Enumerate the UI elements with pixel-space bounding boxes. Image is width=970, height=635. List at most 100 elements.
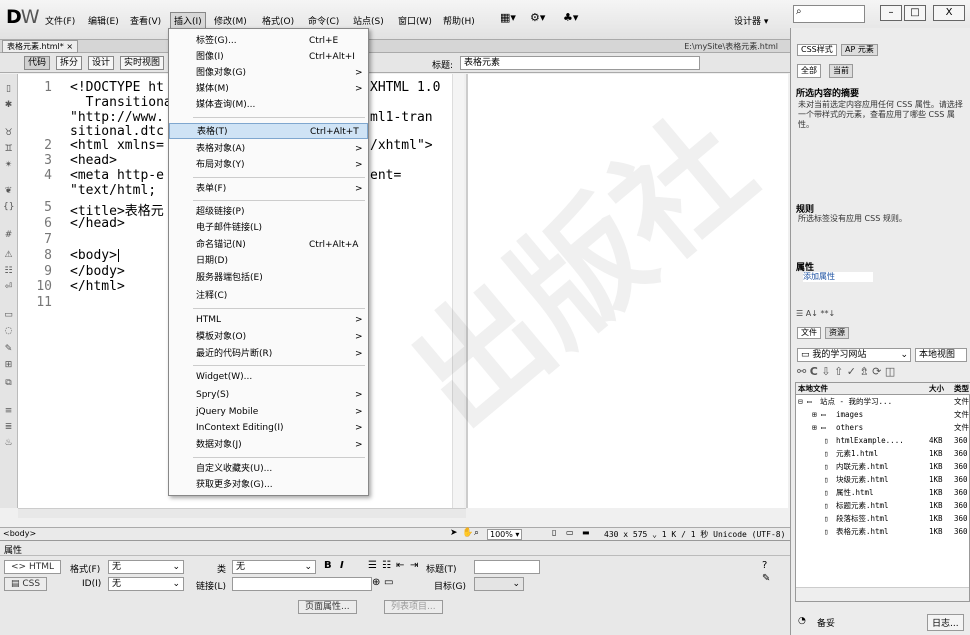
quick-tag-editor-icon[interactable]: ✎ bbox=[762, 573, 770, 584]
select-parent-tag-icon[interactable]: ❦ bbox=[3, 186, 14, 197]
indent-icon[interactable]: ≡ bbox=[3, 406, 14, 417]
checkin-icon[interactable]: ⇯ bbox=[859, 365, 868, 378]
list-item[interactable]: ▯ 元素1.html 1KB 360 bbox=[796, 448, 970, 460]
class-select[interactable]: 无 ⌄ bbox=[232, 560, 316, 574]
target-select[interactable]: ⌄ bbox=[474, 577, 524, 591]
split-view-button[interactable]: 拆分 bbox=[56, 56, 83, 70]
menu-site[interactable]: 站点(S) bbox=[353, 14, 384, 27]
maximize-button[interactable]: □ bbox=[904, 5, 926, 21]
menu-commands[interactable]: 命令(C) bbox=[308, 14, 339, 27]
ordered-list-icon[interactable]: ☷ bbox=[382, 560, 391, 571]
list-item[interactable]: ⊞ ▭ images 文件 bbox=[796, 409, 970, 421]
outdent-text-icon[interactable]: ⇤ bbox=[396, 560, 404, 571]
menu-edit[interactable]: 编辑(E) bbox=[88, 14, 119, 27]
menu-item-named-anchor[interactable]: 命名锚记(N) Ctrl+Alt+A bbox=[169, 237, 368, 253]
unordered-list-icon[interactable]: ☰ bbox=[368, 560, 377, 571]
checkout-icon[interactable]: ✓ bbox=[847, 365, 856, 378]
indent-text-icon[interactable]: ⇥ bbox=[410, 560, 418, 571]
category-view-icon[interactable]: ☰ bbox=[796, 309, 803, 318]
col-local-files[interactable]: 本地文件 bbox=[798, 383, 828, 395]
menu-item-image[interactable]: 图像(I) Ctrl+Alt+I bbox=[169, 49, 368, 65]
expand-all-icon[interactable]: ✴ bbox=[3, 160, 14, 171]
alpha-view-icon[interactable]: A↓ bbox=[806, 309, 818, 318]
tab-files[interactable]: 文件 bbox=[797, 327, 821, 339]
move-css-icon[interactable]: ⧉ bbox=[3, 378, 14, 389]
menu-item-incontext-editing[interactable]: InContext Editing(I) > bbox=[169, 420, 368, 436]
menu-item-get-more-objects[interactable]: 获取更多对象(G)... bbox=[169, 477, 368, 493]
design-view-button[interactable]: 设计 bbox=[88, 56, 115, 70]
tab-css-styles[interactable]: CSS样式 bbox=[797, 44, 837, 56]
site-select[interactable]: ▭ 我的学习网站 ⌄ bbox=[797, 348, 911, 362]
menu-item-server-side-include[interactable]: 服务器端包括(E) bbox=[169, 270, 368, 286]
zoom-tool-icon[interactable]: ⌕ bbox=[474, 528, 479, 538]
file-list-scrollbar[interactable] bbox=[796, 587, 969, 601]
menu-insert[interactable]: 插入(I) bbox=[170, 12, 206, 29]
menu-item-tag[interactable]: 标签(G)... Ctrl+E bbox=[169, 33, 368, 49]
menu-view[interactable]: 查看(V) bbox=[130, 14, 161, 27]
format-source-icon[interactable]: ♨ bbox=[3, 438, 14, 449]
menu-item-data-objects[interactable]: 数据对象(J) > bbox=[169, 437, 368, 453]
menu-item-template-objects[interactable]: 模板对象(O) > bbox=[169, 329, 368, 345]
list-item-button[interactable]: 列表项目... bbox=[384, 600, 443, 614]
workspace-switcher[interactable]: 设计器 ▾ bbox=[734, 14, 768, 27]
menu-item-media-queries[interactable]: 媒体查询(M)... bbox=[169, 97, 368, 113]
balance-braces-icon[interactable]: {} bbox=[3, 202, 14, 213]
menu-item-table-objects[interactable]: 表格对象(A) > bbox=[169, 141, 368, 157]
hand-tool-icon[interactable]: ✋ bbox=[462, 528, 473, 538]
list-item[interactable]: ▯ 段落标签.html 1KB 360 bbox=[796, 513, 970, 525]
col-type[interactable]: 类型 bbox=[954, 383, 969, 395]
code-view-button[interactable]: 代码 bbox=[24, 56, 51, 70]
tab-close-icon[interactable]: × bbox=[66, 42, 73, 51]
current-button[interactable]: 当前 bbox=[829, 64, 853, 78]
word-wrap-icon[interactable]: ⏎ bbox=[3, 282, 14, 293]
syntax-error-icon[interactable]: ☷ bbox=[3, 266, 14, 277]
help-icon[interactable]: ? bbox=[762, 560, 767, 571]
live-view-button[interactable]: 实时视图 bbox=[120, 56, 165, 70]
all-button[interactable]: 全部 bbox=[797, 64, 821, 78]
html-mode-button[interactable]: <> HTML bbox=[4, 560, 62, 574]
menu-item-layout-objects[interactable]: 布局对象(Y) > bbox=[169, 157, 368, 173]
desktop-size-icon[interactable]: ▬ bbox=[582, 528, 590, 537]
menu-file[interactable]: 文件(F) bbox=[45, 14, 75, 27]
menu-item-widget[interactable]: Widget(W)... bbox=[169, 369, 368, 385]
layout-icon[interactable]: ▦▾ bbox=[500, 11, 516, 24]
menu-modify[interactable]: 修改(M) bbox=[214, 14, 247, 27]
minimize-button[interactable]: – bbox=[880, 5, 902, 21]
tab-assets[interactable]: 资源 bbox=[825, 327, 849, 339]
document-tab[interactable]: 表格元素.html* × bbox=[2, 40, 79, 53]
menu-item-email-link[interactable]: 电子邮件链接(L) bbox=[169, 220, 368, 236]
set-properties-icon[interactable]: **↓ bbox=[820, 309, 835, 318]
col-size[interactable]: 大小 bbox=[929, 383, 944, 395]
menu-item-image-objects[interactable]: 图像对象(G) > bbox=[169, 65, 368, 81]
get-files-icon[interactable]: ⇩ bbox=[821, 365, 830, 378]
menu-item-hyperlink[interactable]: 超级链接(P) bbox=[169, 204, 368, 220]
wrap-tag-icon[interactable]: ✎ bbox=[3, 344, 14, 355]
menu-item-date[interactable]: 日期(D) bbox=[169, 253, 368, 269]
format-select[interactable]: 无 ⌄ bbox=[108, 560, 184, 574]
menu-window[interactable]: 窗口(W) bbox=[398, 14, 432, 27]
log-button[interactable]: 日志... bbox=[927, 614, 964, 631]
refresh-icon[interactable]: C bbox=[810, 365, 818, 378]
highlight-invalid-icon[interactable]: ⚠ bbox=[3, 250, 14, 261]
zoom-select[interactable]: 100% ▾ bbox=[487, 529, 523, 540]
expand-icon[interactable]: ◫ bbox=[885, 365, 895, 378]
open-documents-icon[interactable]: ▯ bbox=[3, 84, 14, 95]
menu-item-customize-favorites[interactable]: 自定义收藏夹(U)... bbox=[169, 461, 368, 477]
list-item[interactable]: ▯ htmlExample.... 4KB 360 bbox=[796, 435, 970, 447]
mobile-size-icon[interactable]: ▯ bbox=[552, 528, 556, 537]
recent-snippets-icon[interactable]: ⊞ bbox=[3, 360, 14, 371]
menu-help[interactable]: 帮助(H) bbox=[443, 14, 475, 27]
select-tool-icon[interactable]: ➤ bbox=[450, 528, 458, 538]
apply-comment-icon[interactable]: ▭ bbox=[3, 310, 14, 321]
list-item[interactable]: ▯ 块级元素.html 1KB 360 bbox=[796, 474, 970, 486]
list-item[interactable]: ⊟ ▭ 站点 - 我的学习... 文件 bbox=[796, 396, 970, 408]
title-attr-field[interactable] bbox=[474, 560, 540, 574]
close-button[interactable]: X bbox=[933, 5, 965, 21]
horizontal-scrollbar[interactable] bbox=[18, 508, 466, 518]
menu-item-comment[interactable]: 注释(C) bbox=[169, 288, 368, 304]
tablet-size-icon[interactable]: ▭ bbox=[566, 528, 574, 537]
point-to-file-icon[interactable]: ⊕ bbox=[372, 577, 380, 588]
collapse-tag-icon[interactable]: ♉ bbox=[3, 128, 14, 139]
connect-icon[interactable]: ⚯ bbox=[797, 365, 806, 378]
menu-item-spry[interactable]: Spry(S) > bbox=[169, 387, 368, 403]
